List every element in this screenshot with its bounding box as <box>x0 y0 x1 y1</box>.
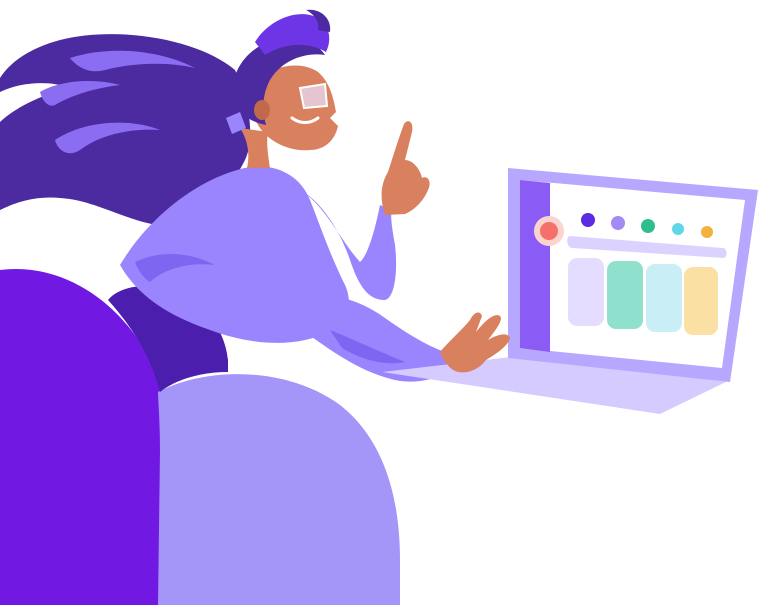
laptop <box>382 168 758 414</box>
raised-hand <box>381 121 430 215</box>
screen-dot-5 <box>701 226 713 238</box>
screen-dot-2 <box>611 216 625 230</box>
light-purple-blob <box>158 374 400 605</box>
screen-card-3 <box>646 264 682 332</box>
illustration-scene <box>0 9 758 605</box>
screen-dot-1 <box>581 213 595 227</box>
screen-dot-4 <box>672 223 684 235</box>
screen-card-4 <box>684 267 718 335</box>
screen-sidebar <box>520 180 550 352</box>
screen-card-2 <box>607 261 643 329</box>
screen-dot-3 <box>641 219 655 233</box>
screen-card-1 <box>568 258 604 326</box>
